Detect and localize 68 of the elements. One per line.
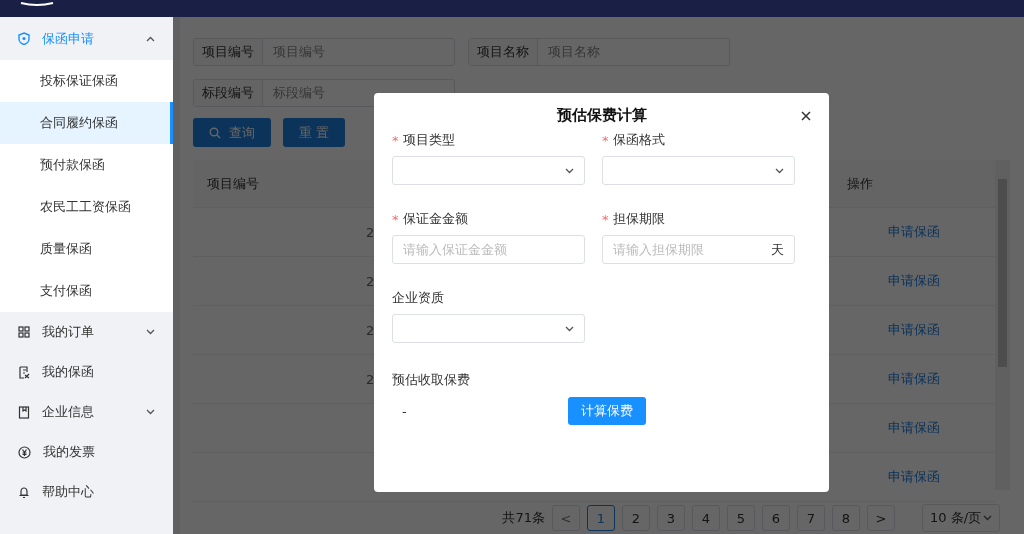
table-cell: 2 [366, 224, 375, 240]
apply-link[interactable]: 申请保函 [888, 469, 940, 484]
next-page-button[interactable]: > [867, 505, 895, 531]
required-mark: * [602, 132, 609, 148]
apply-link[interactable]: 申请保函 [888, 224, 940, 239]
field-label: 企业资质 [392, 289, 444, 307]
submenu-item[interactable]: 预付款保函 [0, 144, 173, 186]
required-mark: * [392, 132, 399, 148]
document-icon [18, 365, 30, 379]
field-label: 担保期限 [612, 210, 665, 228]
shield-icon [18, 32, 30, 45]
result-label: 预估收取保费 [392, 371, 471, 389]
apply-link[interactable]: 申请保函 [888, 322, 940, 337]
sidebar-item[interactable]: 帮助中心 [0, 472, 173, 512]
logo-icon [20, 0, 54, 6]
dialog-title: 预估保费计算 [555, 106, 648, 126]
sidebar-item[interactable]: 我的保函 [0, 352, 173, 392]
yuan-icon [18, 445, 31, 459]
required-mark: * [392, 211, 399, 227]
sidebar-item[interactable]: 保函申请 [0, 17, 173, 60]
select-field[interactable] [392, 156, 585, 185]
table-cell: 2 [366, 371, 375, 387]
caret-icon [775, 167, 784, 174]
page-button[interactable]: 4 [692, 505, 720, 531]
page-button[interactable]: 7 [797, 505, 825, 531]
result-value: - [401, 403, 408, 419]
apply-link[interactable]: 申请保函 [888, 420, 940, 435]
apply-link[interactable]: 申请保函 [888, 371, 940, 386]
select-field[interactable] [602, 156, 795, 185]
input-field[interactable]: 请输入保证金金额 [392, 235, 585, 264]
page-button[interactable]: 6 [762, 505, 790, 531]
bookmark-icon [18, 405, 30, 419]
submenu-item[interactable]: 投标保证保函 [0, 60, 173, 102]
field-label: 保证金金额 [402, 210, 468, 228]
page-button[interactable]: 3 [657, 505, 685, 531]
submenu-item[interactable]: 农民工工资保函 [0, 186, 173, 228]
table-cell: 2 [366, 273, 375, 289]
grid-icon [18, 326, 30, 338]
submenu-item[interactable]: 质量保函 [0, 228, 173, 270]
toolbar-button[interactable]: 重 置 [283, 118, 346, 147]
required-mark: * [602, 211, 609, 227]
field-label: 项目类型 [402, 131, 455, 149]
sidebar-item[interactable]: 企业信息 [0, 392, 173, 432]
apply-link[interactable]: 申请保函 [888, 273, 940, 288]
sidebar-item[interactable]: 我的订单 [0, 312, 173, 352]
caret-icon [565, 325, 574, 332]
submenu-item[interactable]: 支付保函 [0, 270, 173, 312]
bell-icon [18, 485, 30, 499]
calculate-button[interactable]: 计算保费 [568, 397, 646, 425]
search-icon [209, 126, 221, 139]
input-field[interactable]: 请输入担保期限 天 [602, 235, 795, 264]
prev-page-button[interactable]: < [552, 505, 580, 531]
page-button[interactable]: 5 [727, 505, 755, 531]
table-cell: 2 [366, 322, 375, 338]
sidebar-item[interactable]: 我的发票 [0, 432, 173, 472]
field-label: 保函格式 [612, 131, 665, 149]
page-button[interactable]: 8 [832, 505, 860, 531]
submenu-item[interactable]: 合同履约保函 [0, 102, 173, 144]
select-field[interactable] [392, 314, 585, 343]
total-count: 共71条 [502, 509, 545, 527]
page-button[interactable]: 1 [587, 505, 615, 531]
unit-label: 天 [771, 240, 784, 259]
search-button[interactable]: 查询 [193, 118, 271, 147]
caret-icon [565, 167, 574, 174]
page-button[interactable]: 2 [622, 505, 650, 531]
close-icon[interactable] [801, 111, 811, 121]
page-size-select[interactable]: 10 条/页 [922, 504, 1000, 532]
caret-icon [983, 515, 993, 521]
